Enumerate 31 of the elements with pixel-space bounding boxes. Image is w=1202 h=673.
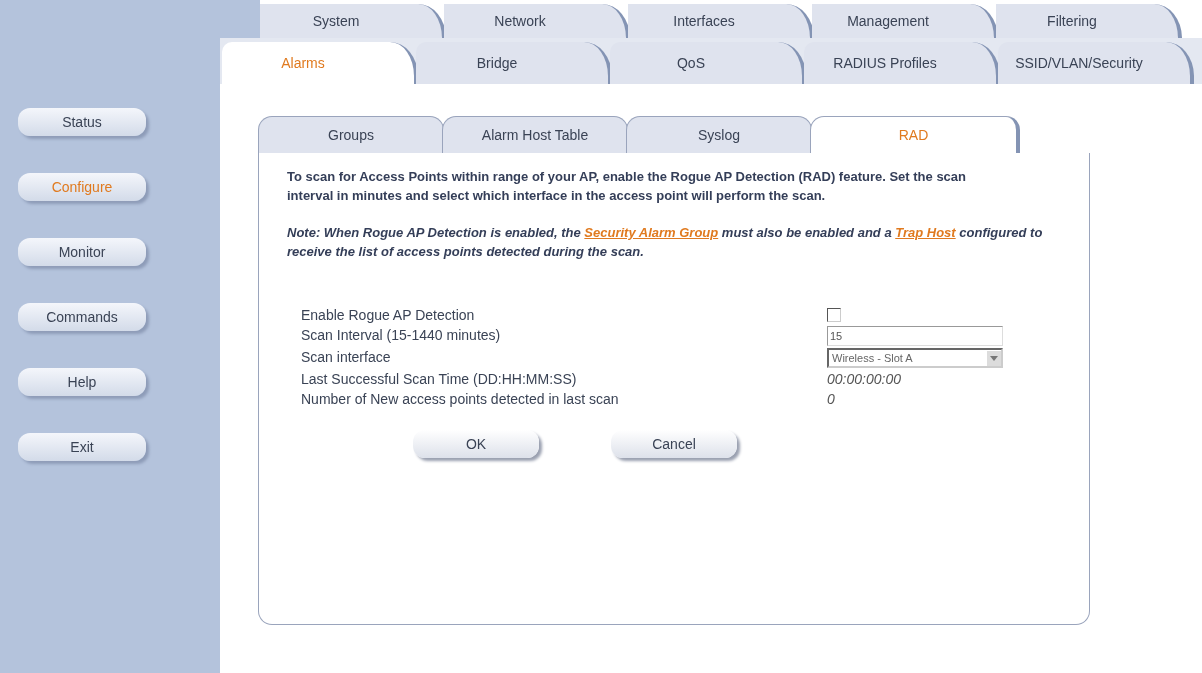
menu-tab[interactable]: System bbox=[260, 4, 446, 38]
interval-input[interactable]: 15 bbox=[827, 326, 1003, 346]
submenu-tab[interactable]: QoS bbox=[610, 42, 806, 84]
field-label: Enable Rogue AP Detection bbox=[301, 306, 476, 324]
note-text: Note: When Rogue AP Detection is enabled, the Security Alarm Group must also be enabled and a Trap Host configured to receive the list of access points detected during the scan. bbox=[287, 224, 1044, 261]
submenu-tab[interactable]: SSID/VLAN/Security bbox=[998, 42, 1194, 84]
section-tab[interactable]: Groups bbox=[258, 116, 444, 153]
submenu-tab[interactable]: RADIUS Profiles bbox=[804, 42, 1000, 84]
nav-button[interactable]: Exit bbox=[18, 433, 146, 461]
intro-text: To scan for Access Points within range of your AP, enable the Rogue AP Detection (RAD) feature. Set the scan interval in minutes and select which interface in the access point will perform the scan. bbox=[287, 168, 968, 205]
field-label: Scan interface bbox=[301, 348, 392, 367]
field-label: Number of New access points detected in last scan bbox=[301, 390, 620, 408]
checkbox[interactable] bbox=[827, 308, 841, 322]
section-tab[interactable]: Alarm Host Table bbox=[442, 116, 628, 153]
submenu-tab[interactable]: Bridge bbox=[416, 42, 612, 84]
menu-tab[interactable]: Interfaces bbox=[628, 4, 814, 38]
field-value: 0 bbox=[827, 391, 835, 407]
field-value: 00:00:00:00 bbox=[827, 371, 901, 387]
field-label: Last Successful Scan Time (DD:HH:MM:SS) bbox=[301, 370, 578, 388]
interface-dropdown[interactable]: Wireless - Slot A bbox=[827, 348, 1003, 368]
nav-button[interactable]: Commands bbox=[18, 303, 146, 331]
menu-tab[interactable]: Filtering bbox=[996, 4, 1182, 38]
section-tab[interactable]: Syslog bbox=[626, 116, 812, 153]
nav-button[interactable]: Help bbox=[18, 368, 146, 396]
form-button[interactable]: Cancel bbox=[611, 430, 737, 458]
nav-button[interactable]: Status bbox=[18, 108, 146, 136]
menu-tab[interactable]: Network bbox=[444, 4, 630, 38]
menu-tab[interactable]: Management bbox=[812, 4, 998, 38]
form-button[interactable]: OK bbox=[413, 430, 539, 458]
field-label: Scan Interval (15-1440 minutes) bbox=[301, 326, 502, 345]
nav-button[interactable]: Monitor bbox=[18, 238, 146, 266]
